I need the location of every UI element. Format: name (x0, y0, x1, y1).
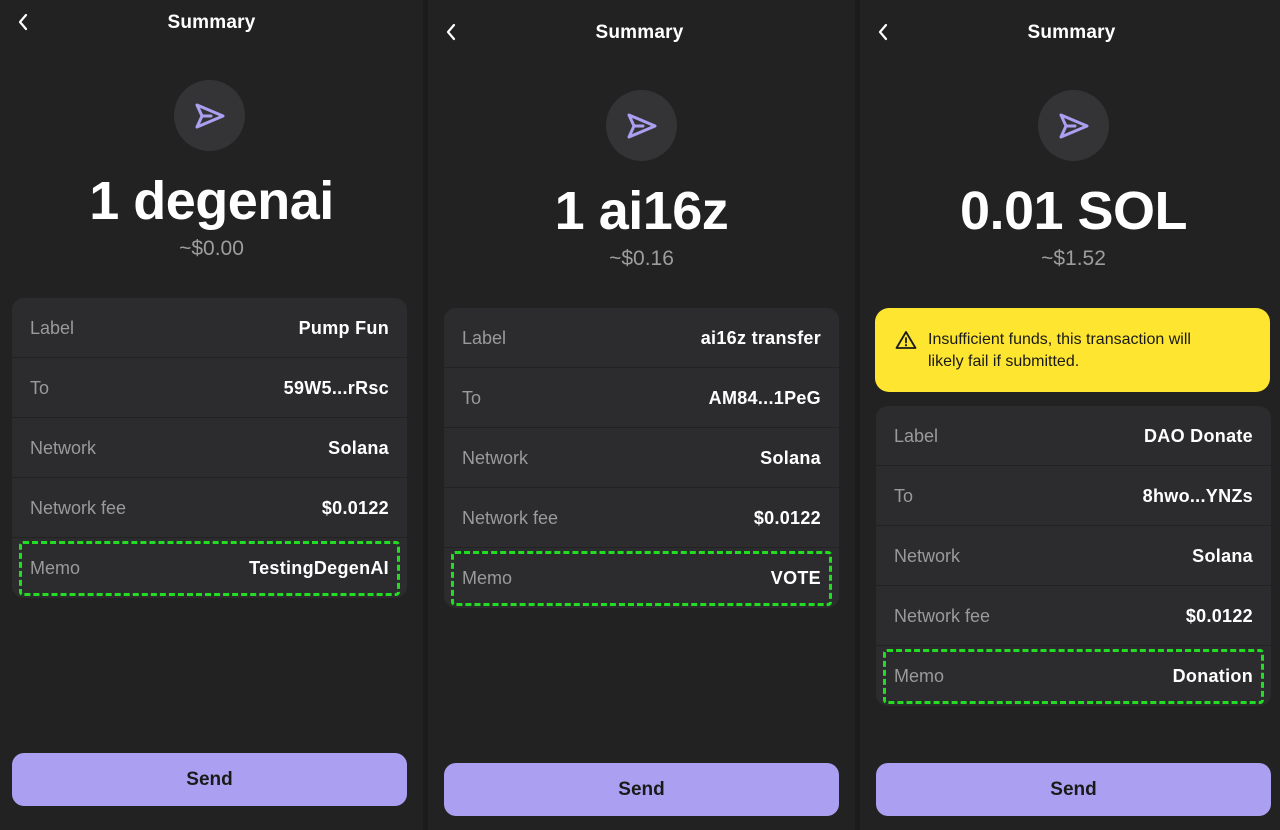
row-label: To (462, 388, 482, 408)
summary-screen-3: Summary 0.01 SOL ~$1.52 Insufficient fun… (860, 0, 1280, 830)
header: Summary (860, 10, 1280, 54)
row-value: TestingDegenAI (249, 558, 389, 578)
row-label: Memo (30, 558, 81, 578)
detail-row-network-fee: Network fee $0.0122 (444, 488, 839, 548)
header: Summary (428, 10, 851, 54)
header: Summary (0, 0, 423, 44)
send-amount: 1 ai16z (554, 181, 729, 241)
row-label: Memo (894, 666, 945, 686)
details-card: Label DAO Donate To 8hwo...YNZs Network … (876, 406, 1271, 706)
row-value: $0.0122 (321, 498, 389, 518)
row-value: Solana (760, 448, 821, 468)
row-value: Solana (328, 438, 389, 458)
send-button[interactable]: Send (876, 763, 1271, 816)
row-label: Network fee (30, 498, 127, 518)
row-label: Network (894, 546, 961, 566)
send-button[interactable]: Send (444, 763, 839, 816)
row-label: Label (894, 426, 939, 446)
detail-row-network: Network Solana (12, 418, 407, 478)
detail-row-network-fee: Network fee $0.0122 (876, 586, 1271, 646)
detail-row-network: Network Solana (444, 428, 839, 488)
row-value: 8hwo...YNZs (1142, 486, 1253, 506)
details-card: Label Pump Fun To 59W5...rRsc Network So… (12, 298, 407, 598)
send-arrow-icon (627, 113, 656, 138)
row-value: Pump Fun (298, 318, 389, 338)
summary-screen-2: Summary 1 ai16z ~$0.16 Label ai16z trans… (428, 0, 851, 830)
detail-row-label: Label ai16z transfer (444, 308, 839, 368)
detail-row-to: To 59W5...rRsc (12, 358, 407, 418)
row-value: Solana (1192, 546, 1253, 566)
row-value: $0.0122 (1185, 606, 1253, 626)
detail-row-memo: Memo Donation (876, 646, 1271, 706)
send-icon-badge (174, 80, 245, 151)
row-value: DAO Donate (1143, 426, 1253, 446)
detail-row-label: Label DAO Donate (876, 406, 1271, 466)
row-value: 59W5...rRsc (283, 378, 389, 398)
row-label: Network (462, 448, 529, 468)
detail-row-label: Label Pump Fun (12, 298, 407, 358)
warning-triangle-icon (895, 331, 917, 349)
send-icon-badge (606, 90, 677, 161)
send-arrow-icon (195, 103, 224, 128)
detail-row-memo: Memo VOTE (444, 548, 839, 608)
row-label: Network fee (894, 606, 991, 626)
screenshot-collage: Summary 1 degenai ~$0.00 Label Pump Fun … (0, 0, 1280, 830)
warning-text: Insufficient funds, this transaction wil… (928, 331, 1191, 370)
page-title: Summary (167, 12, 256, 33)
row-label: To (894, 486, 914, 506)
row-value: $0.0122 (753, 508, 821, 528)
send-icon-badge (1038, 90, 1109, 161)
send-button[interactable]: Send (12, 753, 407, 806)
row-value: Donation (1172, 666, 1253, 686)
fiat-value: ~$1.52 (1041, 247, 1106, 270)
details-card: Label ai16z transfer To AM84...1PeG Netw… (444, 308, 839, 608)
send-amount: 1 degenai (89, 171, 334, 231)
row-value: AM84...1PeG (708, 388, 821, 408)
detail-row-to: To 8hwo...YNZs (876, 466, 1271, 526)
detail-row-memo: Memo TestingDegenAI (12, 538, 407, 598)
detail-row-network: Network Solana (876, 526, 1271, 586)
row-label: Label (462, 328, 507, 348)
fiat-value: ~$0.00 (179, 237, 244, 260)
page-title: Summary (595, 22, 684, 43)
row-label: Network (30, 438, 97, 458)
row-value: ai16z transfer (700, 328, 821, 348)
insufficient-funds-warning: Insufficient funds, this transaction wil… (875, 308, 1270, 392)
row-label: Memo (462, 568, 513, 588)
send-arrow-icon (1059, 113, 1088, 138)
summary-screen-1: Summary 1 degenai ~$0.00 Label Pump Fun … (0, 0, 423, 830)
page-title: Summary (1027, 22, 1116, 43)
row-label: Label (30, 318, 75, 338)
detail-row-network-fee: Network fee $0.0122 (12, 478, 407, 538)
row-label: Network fee (462, 508, 559, 528)
row-value: VOTE (770, 568, 821, 588)
row-label: To (30, 378, 50, 398)
detail-row-to: To AM84...1PeG (444, 368, 839, 428)
send-amount: 0.01 SOL (959, 181, 1188, 241)
fiat-value: ~$0.16 (609, 247, 674, 270)
